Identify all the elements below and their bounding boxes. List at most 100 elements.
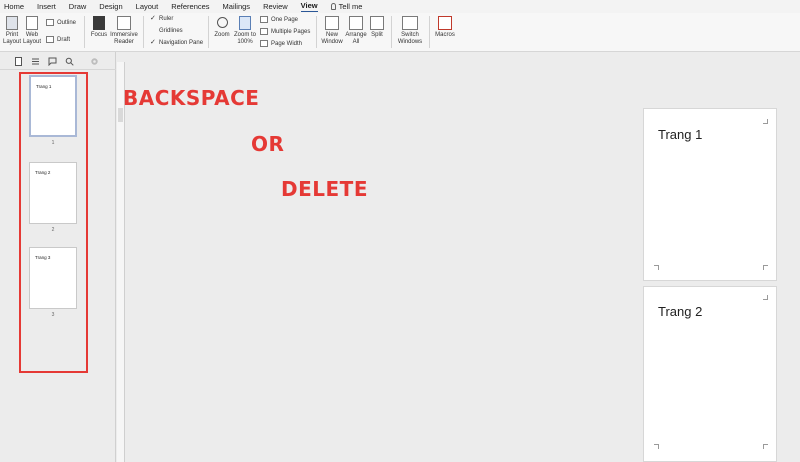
thumbnail-number: 3	[51, 312, 55, 318]
zoom-button[interactable]: Zoom	[212, 16, 232, 39]
arrange-all-label: Arrange All	[345, 32, 367, 45]
gridlines-check-icon	[150, 28, 156, 34]
draft-button[interactable]: Draft	[46, 36, 70, 43]
page-thumbnail-2[interactable]: Trang 2	[29, 162, 77, 224]
arrange-all-icon	[349, 16, 363, 30]
margin-corner	[763, 265, 768, 270]
margin-corner	[763, 295, 768, 300]
immersive-reader-button[interactable]: Immersive Reader	[110, 16, 138, 45]
switch-windows-button[interactable]: Switch Windows	[396, 16, 424, 45]
navigation-pane-check-icon: ✓	[150, 39, 156, 46]
margin-corner	[763, 119, 768, 124]
backspace-annotation: BACKSPACE	[123, 86, 260, 110]
tab-layout[interactable]: Layout	[136, 2, 159, 11]
ribbon-separator	[84, 16, 85, 48]
page-width-icon	[260, 40, 268, 47]
page-thumbnail-3[interactable]: Trang 3	[29, 247, 77, 309]
nav-divider	[0, 69, 116, 70]
page-text[interactable]: Trang 1	[658, 127, 702, 142]
document-page-2[interactable]: Trang 2	[643, 286, 777, 462]
switch-windows-icon	[402, 16, 418, 30]
one-page-button[interactable]: One Page	[260, 16, 298, 23]
immersive-reader-label: Immersive Reader	[110, 32, 138, 45]
print-layout-icon	[6, 16, 18, 30]
margin-corner	[763, 444, 768, 449]
thumbnail-text: Trang 2	[35, 170, 51, 175]
ribbon-separator	[208, 16, 209, 48]
gear-icon[interactable]	[90, 57, 99, 66]
draft-icon	[46, 36, 54, 43]
page-text[interactable]: Trang 2	[658, 304, 702, 319]
web-layout-label: Web Layout	[23, 32, 42, 45]
focus-icon	[93, 16, 105, 30]
tell-me-search[interactable]: Tell me	[330, 2, 362, 11]
search-icon[interactable]	[65, 57, 74, 66]
headings-list-icon[interactable]	[31, 57, 40, 66]
new-window-label: New Window	[321, 32, 343, 45]
magnifier-icon	[216, 17, 228, 28]
zoom-100-button[interactable]: Zoom to 100%	[233, 16, 257, 45]
margin-corner	[654, 265, 659, 270]
macros-label: Macros	[435, 32, 455, 38]
tab-review[interactable]: Review	[263, 2, 288, 11]
macros-icon	[438, 16, 452, 30]
web-layout-icon	[26, 16, 38, 30]
ruler-check-icon: ✓	[150, 15, 156, 22]
document-page-1[interactable]: Trang 1	[643, 108, 777, 281]
outline-icon	[46, 19, 54, 26]
ruler-checkbox[interactable]: ✓ Ruler	[150, 15, 174, 22]
new-window-button[interactable]: New Window	[320, 16, 344, 45]
multiple-pages-button[interactable]: Multiple Pages	[260, 28, 310, 35]
tab-design[interactable]: Design	[99, 2, 122, 11]
navigation-pane: Trang 1 1 Trang 2 2 Trang 3 3	[0, 52, 116, 462]
arrange-all-button[interactable]: Arrange All	[345, 16, 367, 45]
ribbon-separator	[391, 16, 392, 48]
delete-annotation: DELETE	[281, 177, 368, 201]
lightbulb-icon	[330, 3, 336, 10]
web-layout-button[interactable]: Web Layout	[23, 16, 41, 45]
focus-label: Focus	[90, 32, 108, 38]
thumbnail-text: Trang 3	[35, 255, 51, 260]
tab-draw[interactable]: Draw	[69, 2, 87, 11]
or-annotation: OR	[251, 132, 285, 156]
one-page-label: One Page	[271, 16, 299, 23]
thumbnail-text: Trang 1	[36, 84, 52, 89]
page-width-label: Page Width	[271, 40, 303, 47]
page-thumbnail-1[interactable]: Trang 1	[29, 75, 77, 137]
margin-corner	[654, 444, 659, 449]
vertical-ruler[interactable]	[117, 62, 125, 462]
ribbon-tab-bar: Home Insert Draw Design Layout Reference…	[0, 0, 800, 13]
print-layout-label: Print Layout	[3, 32, 22, 45]
tab-view[interactable]: View	[300, 1, 318, 12]
tab-insert[interactable]: Insert	[37, 2, 56, 11]
new-window-icon	[325, 16, 339, 30]
navigation-pane-toolbar	[14, 56, 114, 67]
zoom-100-icon	[239, 16, 251, 30]
gridlines-checkbox[interactable]: Gridlines	[150, 28, 183, 34]
tab-references[interactable]: References	[171, 2, 209, 11]
switch-windows-label: Switch Windows	[397, 32, 423, 45]
one-page-icon	[260, 16, 268, 23]
tab-mailings[interactable]: Mailings	[223, 2, 251, 11]
print-layout-button[interactable]: Print Layout	[3, 16, 21, 45]
split-button[interactable]: Split	[368, 16, 386, 39]
ruler-label: Ruler	[159, 16, 174, 22]
split-icon	[370, 16, 384, 30]
focus-button[interactable]: Focus	[89, 16, 109, 39]
outline-label: Outline	[57, 19, 77, 26]
macros-button[interactable]: Macros	[433, 16, 457, 39]
multiple-pages-label: Multiple Pages	[271, 28, 311, 35]
thumbnail-number: 2	[51, 227, 55, 233]
multiple-pages-icon	[260, 28, 268, 35]
thumbnails-icon[interactable]	[14, 57, 23, 66]
tab-home[interactable]: Home	[4, 2, 24, 11]
ribbon-separator	[316, 16, 317, 48]
zoom-100-label: Zoom to 100%	[233, 32, 256, 45]
navigation-pane-label: Navigation Pane	[159, 40, 204, 46]
navigation-pane-checkbox[interactable]: ✓ Navigation Pane	[150, 39, 204, 46]
gridlines-label: Gridlines	[159, 28, 183, 34]
page-width-button[interactable]: Page Width	[260, 40, 302, 47]
ribbon-view-panel: Print Layout Web Layout Outline Draft Fo…	[0, 13, 800, 52]
comments-icon[interactable]	[48, 57, 57, 66]
outline-button[interactable]: Outline	[46, 19, 76, 26]
